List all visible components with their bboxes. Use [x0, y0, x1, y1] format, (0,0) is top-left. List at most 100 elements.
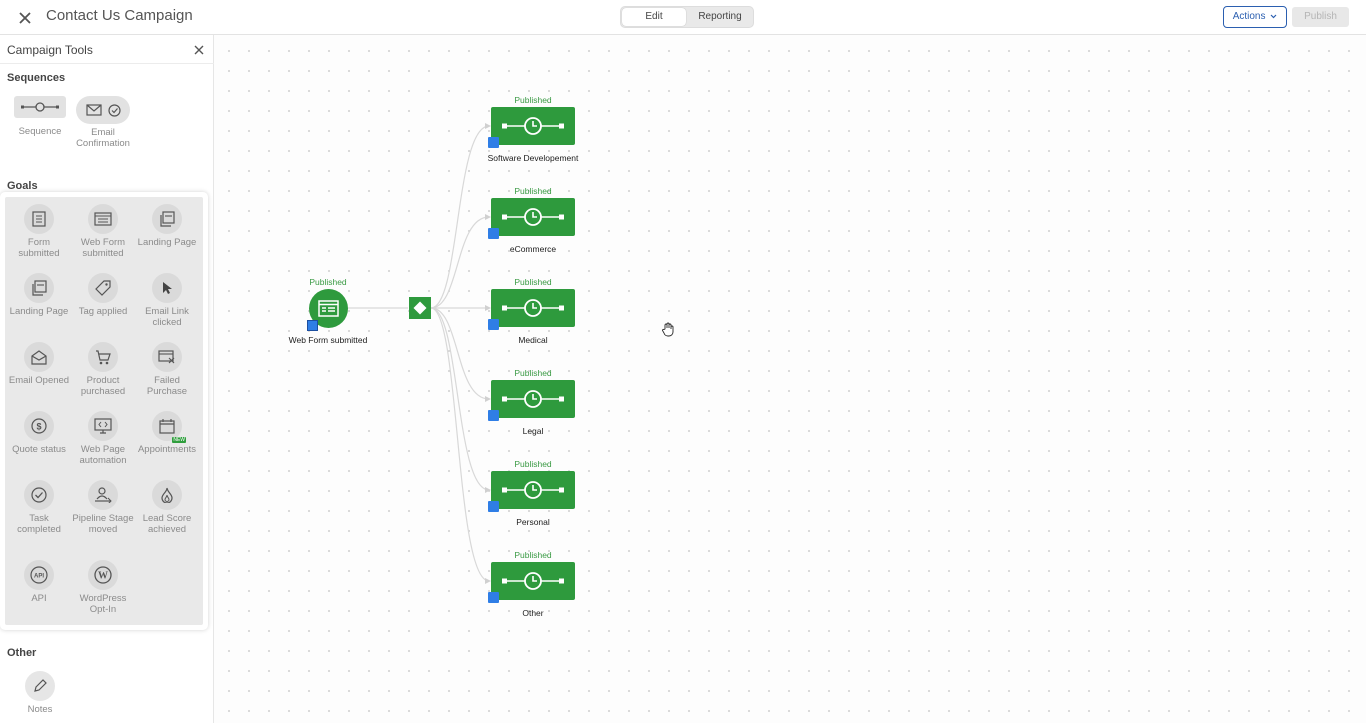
sequence-label: Legal — [522, 426, 544, 436]
flag-icon — [488, 592, 499, 603]
view-toggle: Edit Reporting — [620, 6, 754, 28]
sidebar-header: Campaign Tools — [0, 35, 214, 64]
landing-page-icon — [24, 273, 54, 303]
email-opened-icon — [24, 342, 54, 372]
goal-landing-page[interactable]: Landing Page — [135, 204, 199, 249]
cursor-icon — [152, 273, 182, 303]
sequence-node-legal[interactable] — [491, 380, 575, 418]
goal-label: Tag applied — [78, 306, 128, 317]
tool-sequence[interactable]: Sequence — [8, 96, 72, 138]
split-node[interactable] — [409, 297, 431, 319]
sequence-label: Software Developement — [487, 153, 579, 163]
api-icon: API — [24, 560, 54, 590]
sequence-timer-icon — [502, 390, 564, 408]
email-confirmation-icon — [76, 96, 130, 124]
other-heading: Other — [7, 647, 37, 659]
sequence-status: Published — [514, 550, 552, 560]
flag-icon — [488, 228, 499, 239]
goal-label: Lead Score achieved — [142, 513, 192, 535]
sequence-timer-icon — [502, 208, 564, 226]
goal-landing-page-2[interactable]: Landing Page — [7, 273, 71, 318]
failed-purchase-icon — [152, 342, 182, 372]
goal-label: Web Form submitted — [80, 237, 126, 259]
sequence-timer-icon — [502, 117, 564, 135]
sequence-timer-icon — [502, 481, 564, 499]
svg-text:W: W — [98, 571, 108, 582]
goal-label: Email Link clicked — [145, 306, 189, 328]
sequence-timer-icon — [502, 572, 564, 590]
web-form-icon — [88, 204, 118, 234]
goal-tag-applied[interactable]: Tag applied — [71, 273, 135, 318]
flag-icon — [488, 319, 499, 330]
form-icon — [24, 204, 54, 234]
goal-label: WordPress Opt-In — [79, 593, 127, 615]
goal-label: Product purchased — [80, 375, 126, 397]
sequence-label: Other — [522, 608, 544, 618]
sidebar-title: Campaign Tools — [7, 43, 93, 57]
goal-lead-score-achieved[interactable]: Lead Score achieved — [135, 480, 199, 535]
svg-text:API: API — [34, 574, 44, 580]
sequence-node-other[interactable] — [491, 562, 575, 600]
goal-pipeline-stage-moved[interactable]: Pipeline Stage moved — [71, 480, 135, 535]
goal-form-submitted[interactable]: Form submitted — [7, 204, 71, 259]
goal-web-form-submitted[interactable]: Web Form submitted — [71, 204, 135, 259]
sequence-node-software[interactable] — [491, 107, 575, 145]
actions-label: Actions — [1232, 11, 1266, 22]
sequence-status: Published — [514, 459, 552, 469]
close-icon[interactable] — [16, 9, 34, 27]
tab-edit[interactable]: Edit — [622, 8, 686, 26]
flag-icon — [488, 501, 499, 512]
goal-appointments[interactable]: NEW Appointments — [135, 411, 199, 456]
tool-label: Notes — [27, 704, 53, 715]
form-badge-icon — [307, 320, 318, 331]
publish-button[interactable]: Publish — [1292, 7, 1349, 27]
sequence-node-ecommerce[interactable] — [491, 198, 575, 236]
sequence-status: Published — [514, 277, 552, 287]
actions-button[interactable]: Actions — [1223, 6, 1287, 28]
goals-heading: Goals — [7, 180, 38, 192]
tab-reporting[interactable]: Reporting — [687, 8, 753, 26]
close-sidebar-icon[interactable] — [193, 44, 205, 56]
pencil-icon — [25, 671, 55, 701]
goal-node-label: Web Form submitted — [288, 335, 368, 345]
chevron-down-icon — [1270, 14, 1277, 19]
goal-email-link-clicked[interactable]: Email Link clicked — [135, 273, 199, 328]
goal-task-completed[interactable]: Task completed — [7, 480, 71, 535]
sequence-status: Published — [514, 95, 552, 105]
goal-api[interactable]: API API — [7, 560, 71, 605]
landing-page-icon — [152, 204, 182, 234]
flame-icon — [152, 480, 182, 510]
sequence-timer-icon — [502, 299, 564, 317]
goals-grid: Form submitted Web Form submitted Landin… — [5, 197, 203, 625]
flag-icon — [488, 410, 499, 421]
sequence-label: eCommerce — [509, 244, 557, 254]
sequence-node-medical[interactable] — [491, 289, 575, 327]
tool-notes[interactable]: Notes — [8, 671, 72, 716]
tool-label: Sequence — [18, 126, 62, 137]
sequence-label: Personal — [516, 517, 550, 527]
goal-node-status: Published — [309, 277, 347, 287]
goal-product-purchased[interactable]: Product purchased — [71, 342, 135, 397]
goal-label: Email Opened — [8, 375, 70, 386]
campaign-title: Contact Us Campaign — [46, 7, 193, 24]
hand-cursor-icon — [662, 322, 674, 337]
sequence-status: Published — [514, 186, 552, 196]
tag-icon — [88, 273, 118, 303]
goal-label: Web Page automation — [79, 444, 127, 466]
goal-web-page-automation[interactable]: Web Page automation — [71, 411, 135, 466]
diamond-icon — [413, 301, 427, 315]
goal-quote-status[interactable]: $ Quote status — [7, 411, 71, 456]
goal-label: Quote status — [12, 444, 66, 455]
wordpress-icon: W — [88, 560, 118, 590]
sequence-node-personal[interactable] — [491, 471, 575, 509]
goal-label: Failed Purchase — [146, 375, 188, 397]
goal-wordpress-opt-in[interactable]: W WordPress Opt-In — [71, 560, 135, 615]
tool-email-confirmation[interactable]: Email Confirmation — [71, 96, 135, 149]
tool-label: Email Confirmation — [76, 127, 130, 149]
sequence-status: Published — [514, 368, 552, 378]
goal-failed-purchase[interactable]: Failed Purchase — [135, 342, 199, 397]
campaign-canvas[interactable] — [215, 35, 1366, 723]
goal-email-opened[interactable]: Email Opened — [7, 342, 71, 387]
sequences-heading: Sequences — [7, 72, 66, 84]
web-page-icon — [88, 411, 118, 441]
